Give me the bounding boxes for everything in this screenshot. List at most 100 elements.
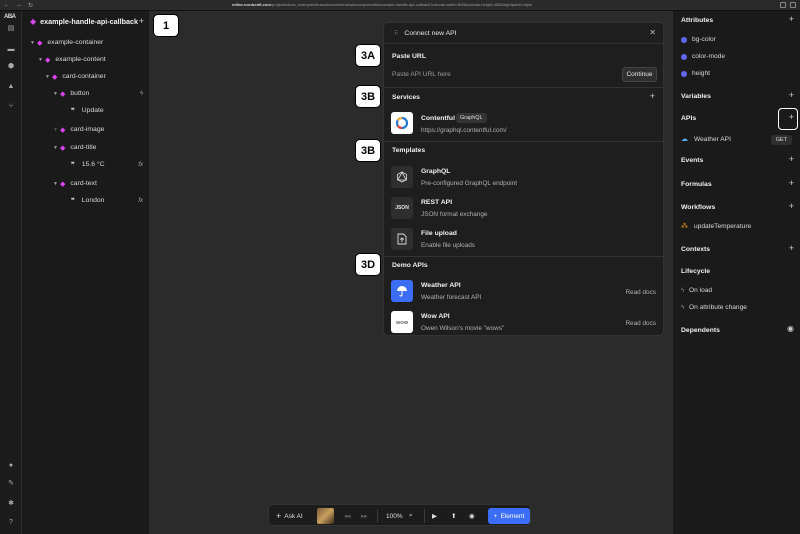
file-upload-icon xyxy=(391,228,413,250)
highlighted-add-api-button[interactable] xyxy=(778,108,798,130)
chevron-down-icon[interactable]: ▼ xyxy=(30,40,37,46)
graphql-badge: GraphQL xyxy=(456,113,487,123)
attribute-item[interactable]: bg-color xyxy=(681,36,716,43)
text-node-icon: ❞ xyxy=(71,161,75,169)
chevron-down-icon[interactable]: ▼ xyxy=(38,57,45,63)
url-host: editor.nordcraft.com xyxy=(232,2,271,7)
workflow-name: updateTemperature xyxy=(694,222,752,230)
demo-apis-heading: Demo APIs xyxy=(392,262,428,269)
address-bar[interactable]: editor.nordcraft.com/projects/docs_examp… xyxy=(232,2,532,7)
chevron-down-icon[interactable]: ▼ xyxy=(45,74,52,80)
extension-icon[interactable] xyxy=(780,2,786,8)
branch-icon[interactable]: ⑂ xyxy=(7,103,15,111)
lifecycle-item[interactable]: ϟ On load xyxy=(681,287,712,294)
browser-nav: ← → ↻ xyxy=(0,2,33,9)
chevron-down-icon[interactable]: ▼ xyxy=(53,145,60,151)
chevron-down-icon[interactable]: ▼ xyxy=(53,127,60,133)
add-context-icon[interactable]: + xyxy=(789,243,794,253)
reload-icon[interactable]: ↻ xyxy=(28,2,33,9)
tree-node[interactable]: ▼ ◆ card-text xyxy=(22,175,150,192)
chevron-down-icon[interactable]: ▼ xyxy=(53,181,60,187)
close-icon[interactable]: ✕ xyxy=(649,28,656,37)
bolt-icon: ϟ xyxy=(681,304,685,311)
workflow-item[interactable]: ⁂ updateTemperature xyxy=(681,222,752,231)
package-icon[interactable]: ⬢ xyxy=(7,63,15,71)
template-description: Enable file uploads xyxy=(421,242,476,249)
zoom-level[interactable]: 100% xyxy=(386,505,403,527)
services-heading: Services xyxy=(392,94,420,101)
app-logo[interactable]: ABA xyxy=(4,14,16,20)
read-docs-link[interactable]: Read docs xyxy=(625,320,656,327)
settings-icon[interactable]: ◉ xyxy=(469,505,475,527)
paste-url-heading: Paste URL xyxy=(392,53,426,60)
add-element-icon[interactable]: + xyxy=(139,16,144,26)
bug-icon[interactable]: ✱ xyxy=(7,500,15,508)
sidebar-toggle-icon[interactable] xyxy=(790,2,796,8)
chevron-down-icon[interactable]: ▼ xyxy=(53,91,60,97)
tree-node-label: card-image xyxy=(70,126,105,133)
ask-ai-button[interactable]: + Ask AI xyxy=(276,505,303,527)
tree-node[interactable]: ▼ ◆ button ϟ xyxy=(22,85,150,102)
arrow-up-icon[interactable]: ⬆ xyxy=(451,505,456,527)
lifecycle-item[interactable]: ϟ On attribute change xyxy=(681,304,747,311)
workflows-heading: Workflows xyxy=(681,204,716,211)
tree-node[interactable]: ▼ ◆ card-container xyxy=(22,68,150,85)
preview-thumbnail[interactable] xyxy=(317,508,334,524)
theme-icon[interactable]: ● xyxy=(7,462,15,470)
tree-node[interactable]: ❞ London fx xyxy=(22,192,150,209)
add-attribute-icon[interactable]: + xyxy=(789,14,794,24)
divider xyxy=(384,141,663,142)
attribute-item[interactable]: height xyxy=(681,70,710,77)
formulas-heading: Formulas xyxy=(681,181,712,188)
add-service-icon[interactable]: + xyxy=(650,91,655,101)
demo-api-name[interactable]: Weather API xyxy=(421,282,461,289)
wow-icon: WOW xyxy=(391,311,413,333)
add-variable-icon[interactable]: + xyxy=(789,90,794,100)
add-event-icon[interactable]: + xyxy=(789,154,794,164)
folder-icon[interactable]: ▬ xyxy=(7,46,15,54)
element-tree-panel: ◆ example-handle-api-callback + ▼ ◆ exampl… xyxy=(22,11,150,534)
eye-icon[interactable]: ◉ xyxy=(787,324,794,333)
template-name[interactable]: REST API xyxy=(421,199,452,206)
templates-heading: Templates xyxy=(392,147,426,154)
element-icon: ◆ xyxy=(60,180,66,188)
tree-node[interactable]: ▼ ◆ card-title xyxy=(22,139,150,156)
callout-marker: 3A xyxy=(355,44,381,67)
tree-node[interactable]: ❞ 15.6 °C fx xyxy=(22,156,150,173)
help-icon[interactable]: ? xyxy=(7,519,15,527)
api-item[interactable]: ☁ Weather API xyxy=(681,135,731,144)
template-name[interactable]: GraphQL xyxy=(421,168,450,175)
continue-button[interactable]: Continue xyxy=(622,67,657,82)
read-docs-link[interactable]: Read docs xyxy=(625,289,656,296)
attribute-item[interactable]: color-mode xyxy=(681,53,725,60)
zoom-icon[interactable]: ⌕ xyxy=(409,505,413,527)
tree-node[interactable]: ▼ ◆ example-content xyxy=(22,51,150,68)
formula-icon: fx xyxy=(138,161,143,168)
add-formula-icon[interactable]: + xyxy=(789,178,794,188)
template-name[interactable]: File upload xyxy=(421,230,457,237)
service-name[interactable]: Contentful xyxy=(421,115,455,122)
api-url-input[interactable]: Paste API URL here xyxy=(392,71,451,78)
add-element-button[interactable]: + Element xyxy=(488,508,530,524)
callout-marker: 1 xyxy=(153,14,179,37)
redo-icon[interactable]: ▸▸ xyxy=(361,505,368,527)
attribute-name: height xyxy=(692,70,710,77)
forward-icon[interactable]: → xyxy=(16,2,22,9)
undo-icon[interactable]: ◂◂ xyxy=(344,505,351,527)
layers-icon[interactable]: ▤ xyxy=(7,25,15,33)
component-title[interactable]: example-handle-api-callback xyxy=(40,17,138,26)
add-element-label: Element xyxy=(500,512,525,520)
tree-node[interactable]: ▼ ◆ example-container xyxy=(22,34,150,51)
demo-api-name[interactable]: Wow API xyxy=(421,313,450,320)
add-workflow-icon[interactable]: + xyxy=(789,201,794,211)
canvas-toolbar: + Ask AI ◂◂ ▸▸ 100% ⌕ ▶ ⬆ ◉ + Element xyxy=(268,504,531,526)
back-icon[interactable]: ← xyxy=(4,2,10,9)
event-bolt-icon: ϟ xyxy=(139,90,143,97)
pin-icon[interactable]: ✎ xyxy=(7,480,15,488)
tree-node[interactable]: ▼ ◆ card-image xyxy=(22,121,150,138)
tree-node[interactable]: ❞ Update xyxy=(22,102,150,119)
drag-handle-icon[interactable]: ⠿ xyxy=(394,30,398,37)
issues-icon[interactable]: ▲ xyxy=(7,83,15,91)
play-icon[interactable]: ▶ xyxy=(432,505,437,527)
contexts-heading: Contexts xyxy=(681,246,711,253)
